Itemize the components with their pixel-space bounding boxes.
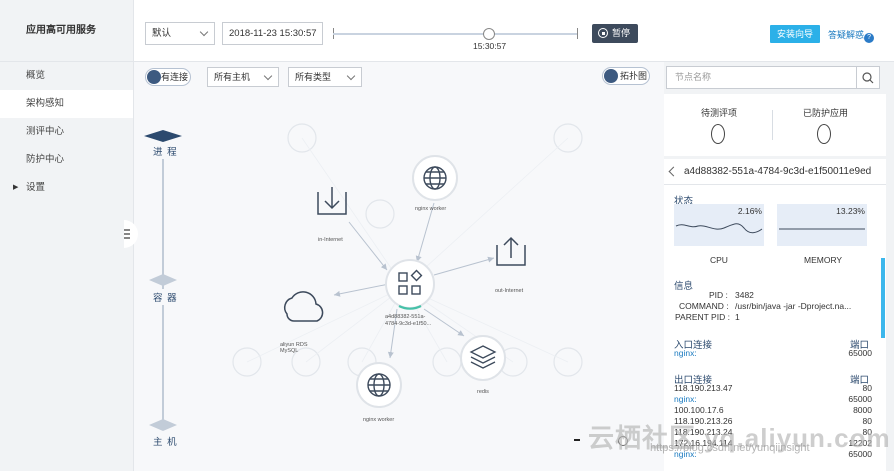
outbound-port: 65000 [848,394,872,404]
cpu-sparkline [675,223,763,234]
center-node[interactable] [385,259,435,309]
protected-label: 已防护应用 [803,108,849,118]
memory-sparkline [779,228,865,230]
pending-label: 待测评项 [701,108,738,118]
environment-select[interactable]: 默认 [145,22,215,45]
download-icon[interactable] [317,187,347,215]
sidebar-item-protection[interactable]: 防护中心 [0,146,133,174]
topology-canvas[interactable]: 有连接 所有主机 所有类型 拓扑图 进 程 容 器 主 机 nginx work… [124,62,664,471]
install-guide-button[interactable]: 安装向导 [770,25,820,43]
outbound-name: 100.100.17.6 [674,405,724,415]
time-slider-handle[interactable] [483,28,495,40]
inbound-name[interactable]: nginx: [674,348,697,358]
outbound-port: 8000 [853,405,872,415]
background-nodes [232,123,583,377]
help-icon: ? [864,33,875,43]
parent-pid-value: 1 [735,312,740,322]
node-label-nginx-top: nginx worker [415,206,447,212]
environment-select-value: 默认 [152,28,172,39]
node-search-placeholder: 节点名称 [675,72,712,82]
top-bar: 默认 2018-11-23 15:30:57 15:30:57 暂停 安装向导 … [134,0,894,62]
cloud-icon[interactable] [283,291,324,322]
sidebar-item-label: 设置 [26,182,46,193]
cpu-label: CPU [710,255,728,265]
outbound-name: 118.190.213.47 [674,383,733,393]
node-label-mysql: aliyun RDS MySQL [280,342,308,354]
sidebar: 应用高可用服务 概览 架构感知 测评中心 防护中心 ▶ 设置 [0,0,134,471]
sidebar-item-overview[interactable]: 概览 [0,62,133,90]
search-icon [862,72,874,84]
right-panel: 节点名称 待测评项 0 已防护应用 0 a4d88382-551a-4784-9… [664,62,894,471]
slider-end-tick [577,28,578,39]
node-label-out-internet: out-Internet [495,288,524,294]
pid-value: 3482 [735,290,754,300]
parent-pid-label: PARENT PID : [675,312,730,322]
zoom-out-icon[interactable] [574,439,580,441]
sidebar-item-settings[interactable]: ▶ 设置 [0,174,133,202]
back-arrow-icon[interactable] [668,166,679,177]
memory-chart: 13.23% [777,204,867,246]
detail-header: a4d88382-551a-4784-9c3d-e1f50011e9ed [664,159,886,185]
node-label-in-internet: in-Internet [318,237,343,243]
search-button[interactable] [856,67,879,88]
pause-button-label: 暂停 [612,28,631,38]
divider [772,110,773,140]
protected-count[interactable]: 0 [817,124,831,144]
topology-graph [232,123,583,408]
pause-button[interactable]: 暂停 [592,24,638,43]
info-section-title: 信息 [674,281,694,292]
sidebar-title: 应用高可用服务 [0,0,133,62]
slider-time-label: 15:30:57 [473,41,507,51]
background-links [246,137,569,363]
node-label-redis: redis [477,389,489,395]
inbound-port: 65000 [848,348,872,358]
time-slider-track[interactable] [333,33,577,35]
command-label: COMMAND : [679,301,729,311]
outbound-port: 80 [862,383,872,393]
feedback-tab[interactable] [881,258,885,338]
upload-icon[interactable] [496,236,526,266]
node-label-center: a4d88382-551a-4784-9c3d-e1f50... [385,314,432,327]
pending-count[interactable]: 0 [711,124,725,144]
watermark-url: https://blog.csdn.net/yunqiinsight [650,442,810,454]
faq-link-label: 答疑解惑 [828,30,865,40]
command-value: /usr/bin/java -jar -Dproject.na... [735,301,852,311]
faq-link[interactable]: 答疑解惑? [828,28,875,43]
node-search-input[interactable]: 节点名称 [666,66,880,89]
chevron-down-icon [199,27,209,37]
sidebar-item-label: 测评中心 [26,126,65,137]
pid-label: PID : [709,290,728,300]
summary-card: 待测评项 0 已防护应用 0 [664,94,886,156]
datetime-picker[interactable]: 2018-11-23 15:30:57 [222,22,323,45]
caret-right-icon: ▶ [13,184,19,191]
pause-icon [598,28,608,38]
memory-label: MEMORY [804,255,843,265]
cpu-chart: 2.16% [674,204,764,246]
detail-title: a4d88382-551a-4784-9c3d-e1f50011e9ed [684,166,872,177]
outbound-name[interactable]: nginx: [674,394,697,404]
sidebar-item-evaluation[interactable]: 测评中心 [0,118,133,146]
sidebar-item-label: 概览 [26,70,46,81]
sidebar-item-architecture[interactable]: 架构感知 [0,90,133,118]
node-label-nginx-bottom: nginx worker [363,417,395,423]
sidebar-item-label: 架构感知 [26,98,65,109]
sidebar-item-label: 防护中心 [26,154,65,165]
